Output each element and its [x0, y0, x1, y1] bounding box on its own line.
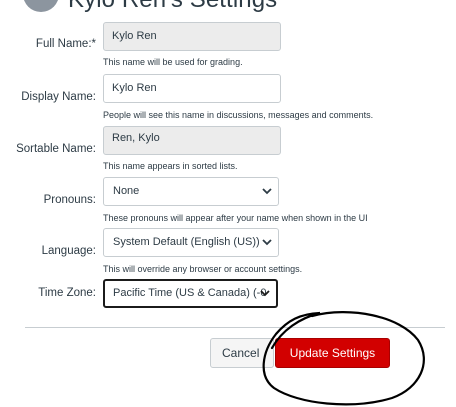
sortable-name-field[interactable]: Ren, Kylo	[103, 126, 281, 155]
display-name-help: People will see this name in discussions…	[103, 110, 374, 120]
chevron-down-icon	[262, 178, 272, 205]
chevron-down-icon	[260, 281, 270, 306]
pronouns-select[interactable]: None	[103, 177, 279, 206]
sortable-name-help: This name appears in sorted lists.	[103, 161, 238, 171]
time-zone-label: Time Zone:	[38, 287, 96, 299]
time-zone-value: Pacific Time (US & Canada) (-0	[113, 287, 267, 299]
language-select[interactable]: System Default (English (US))	[103, 228, 279, 257]
pronouns-value: None	[113, 185, 140, 197]
pronouns-label: Pronouns:	[43, 194, 96, 206]
avatar	[23, 0, 59, 12]
full-name-label: Full Name:*	[35, 38, 96, 50]
language-value: System Default (English (US))	[113, 236, 260, 248]
page-title: Kylo Ren's Settings	[68, 0, 277, 14]
time-zone-select[interactable]: Pacific Time (US & Canada) (-0	[103, 279, 278, 308]
pronouns-help: These pronouns will appear after your na…	[103, 213, 368, 223]
chevron-down-icon	[262, 229, 272, 256]
display-name-field[interactable]: Kylo Ren	[103, 74, 281, 103]
cancel-button[interactable]: Cancel	[210, 338, 274, 368]
update-settings-button[interactable]: Update Settings	[275, 338, 390, 368]
form-divider	[25, 327, 445, 328]
full-name-help: This name will be used for grading.	[103, 57, 243, 67]
sortable-name-label: Sortable Name:	[16, 143, 96, 155]
display-name-label: Display Name:	[21, 91, 96, 103]
language-help: This will override any browser or accoun…	[103, 264, 303, 274]
settings-dialog: Kylo Ren's Settings Full Name:* Kylo Ren…	[0, 0, 456, 407]
full-name-field[interactable]: Kylo Ren	[103, 22, 281, 51]
language-label: Language:	[41, 245, 96, 257]
